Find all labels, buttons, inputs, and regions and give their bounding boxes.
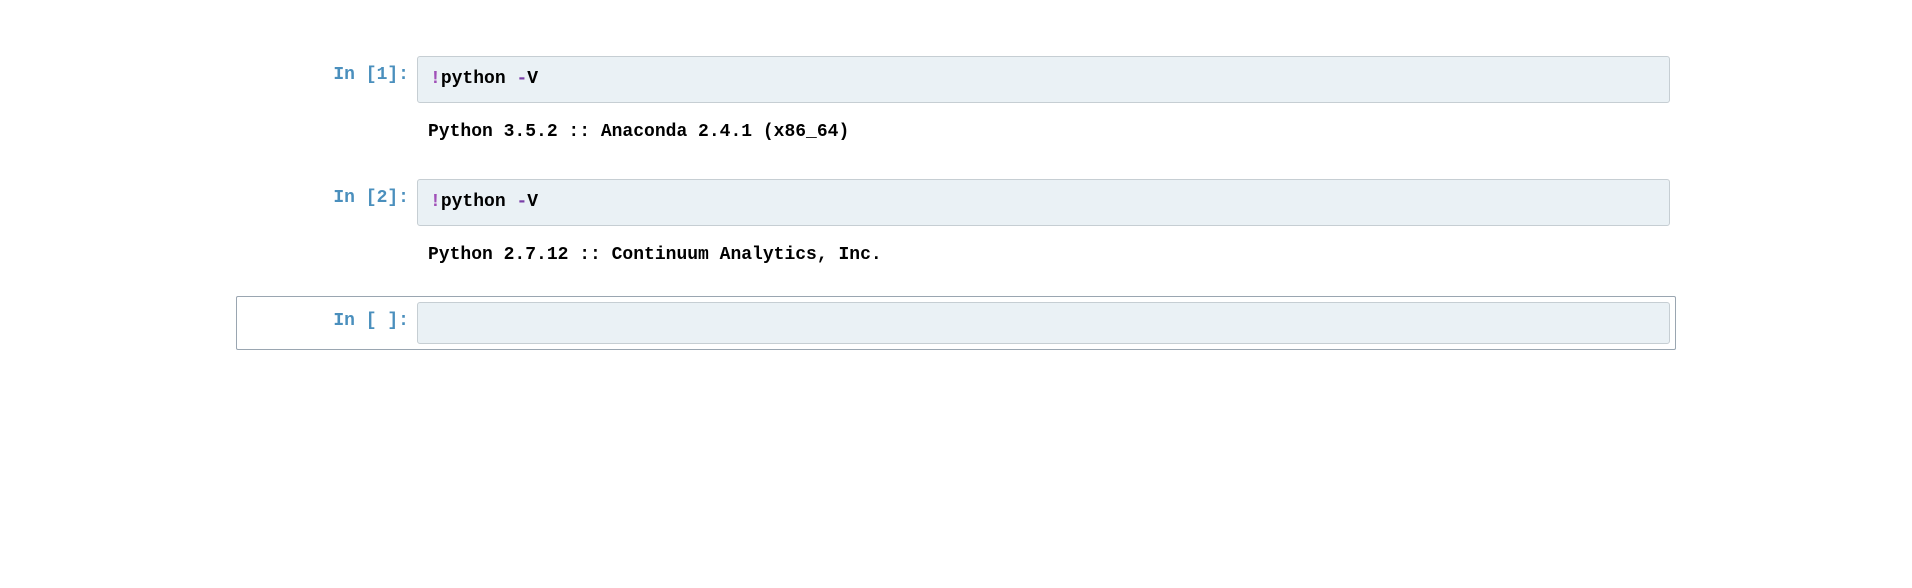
shell-bang-token: ! (430, 69, 441, 89)
code-input-area[interactable] (417, 302, 1670, 344)
argument-token: V (527, 192, 538, 212)
code-cell[interactable]: In [1]: !python -V (236, 50, 1676, 109)
command-token: python (441, 192, 517, 212)
output-text: Python 2.7.12 :: Continuum Analytics, In… (416, 239, 1671, 271)
argument-token: V (527, 69, 538, 89)
operator-token: - (516, 69, 527, 89)
input-prompt: In [ ]: (242, 302, 417, 331)
code-input-area[interactable]: !python -V (417, 179, 1670, 226)
input-prompt: In [2]: (242, 179, 417, 208)
code-input-area[interactable]: !python -V (417, 56, 1670, 103)
code-cell[interactable]: In [2]: !python -V (236, 173, 1676, 232)
command-token: python (441, 69, 517, 89)
output-row: Python 2.7.12 :: Continuum Analytics, In… (236, 234, 1676, 276)
operator-token: - (516, 192, 527, 212)
code-cell-selected[interactable]: In [ ]: (236, 296, 1676, 350)
code-line: !python -V (430, 192, 538, 212)
shell-bang-token: ! (430, 192, 441, 212)
output-text: Python 3.5.2 :: Anaconda 2.4.1 (x86_64) (416, 116, 1671, 148)
notebook-container: In [1]: !python -V Python 3.5.2 :: Anaco… (236, 50, 1676, 350)
code-line: !python -V (430, 69, 538, 89)
output-row: Python 3.5.2 :: Anaconda 2.4.1 (x86_64) (236, 111, 1676, 153)
input-prompt: In [1]: (242, 56, 417, 85)
